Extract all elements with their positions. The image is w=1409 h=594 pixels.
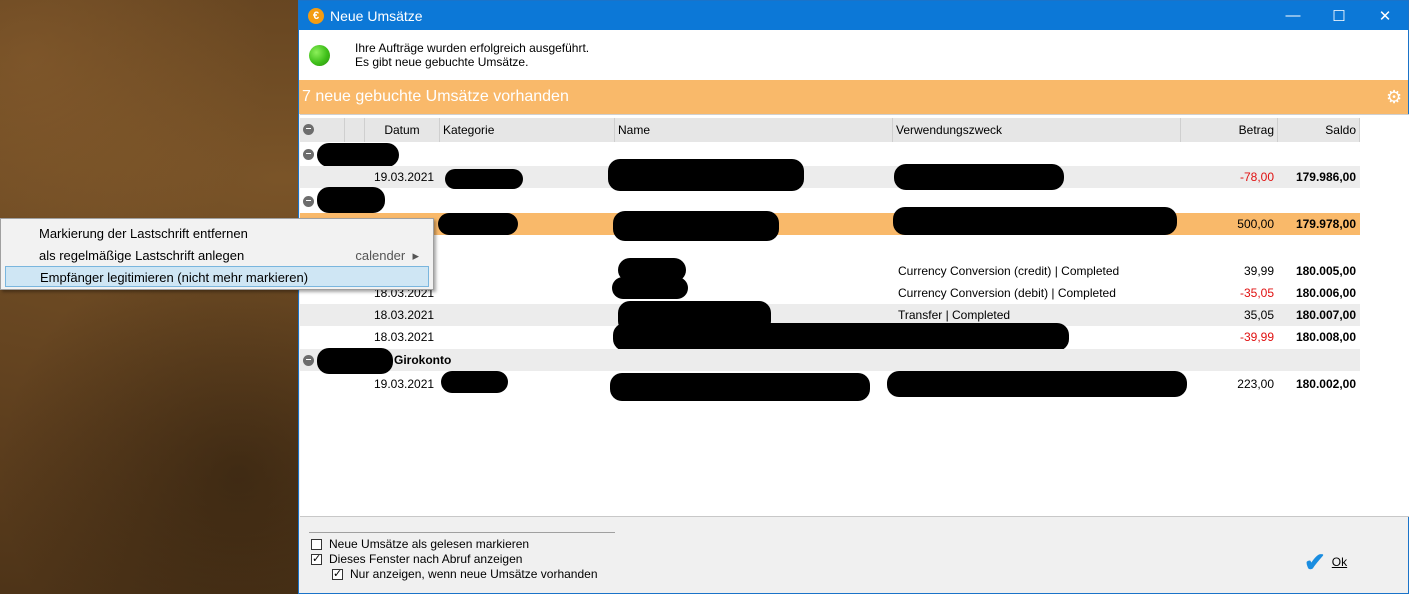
redacted-zweck bbox=[893, 207, 1177, 235]
window-title: Neue Umsätze bbox=[330, 7, 423, 24]
table-row[interactable]: 18.03.2021 Currency Conversion (debit) |… bbox=[300, 282, 1360, 304]
cell-datum: 18.03.2021 bbox=[374, 330, 435, 344]
header-verwendungszweck[interactable]: Verwendungszweck bbox=[893, 118, 1181, 142]
submenu-arrow-icon: calender ▸ bbox=[355, 248, 419, 263]
only-new-label: Nur anzeigen, wenn neue Umsätze vorhande… bbox=[350, 567, 598, 581]
redacted-group-name bbox=[317, 187, 385, 213]
menu-item-label: als regelmäßige Lastschrift anlegen bbox=[39, 248, 245, 263]
status-line-1: Ihre Aufträge wurden erfolgreich ausgefü… bbox=[355, 41, 590, 55]
header-name[interactable]: Name bbox=[615, 118, 893, 142]
header-datum[interactable]: Datum bbox=[365, 118, 440, 142]
cell-betrag: -78,00 bbox=[1239, 170, 1274, 184]
cell-betrag: -39,99 bbox=[1239, 330, 1274, 344]
cell-betrag: 35,05 bbox=[1243, 308, 1274, 322]
table-header: – Datum Kategorie Name Verwendungszweck … bbox=[300, 118, 1360, 142]
group-collapse-icon[interactable]: – bbox=[303, 355, 314, 366]
group-header-row[interactable]: Girokonto bbox=[300, 349, 1360, 371]
close-button[interactable]: ✕ bbox=[1362, 1, 1408, 30]
redacted-group-name bbox=[317, 143, 399, 167]
header-kategorie[interactable]: Kategorie bbox=[440, 118, 615, 142]
redacted-kategorie bbox=[438, 213, 518, 235]
redacted-kategorie bbox=[441, 371, 508, 393]
new-transactions-banner: 7 neue gebuchte Umsätze vorhanden ⚙ bbox=[299, 80, 1408, 114]
redacted-name bbox=[613, 323, 1069, 351]
group-label: Girokonto bbox=[394, 353, 452, 367]
mark-read-label: Neue Umsätze als gelesen markieren bbox=[329, 537, 530, 551]
group-collapse-icon[interactable]: – bbox=[303, 149, 314, 160]
redacted-zweck bbox=[887, 371, 1187, 397]
header-toggle bbox=[300, 118, 345, 142]
show-window-checkbox[interactable]: ✓ bbox=[311, 554, 322, 565]
redacted-name bbox=[613, 211, 779, 241]
cell-betrag: 500,00 bbox=[1237, 217, 1274, 231]
cell-datum: 18.03.2021 bbox=[374, 308, 435, 322]
minimize-button[interactable]: — bbox=[1270, 1, 1316, 30]
cell-betrag: 39,99 bbox=[1243, 264, 1274, 278]
submenu-hint: calender bbox=[355, 248, 406, 263]
redacted-name bbox=[610, 373, 870, 401]
table-row[interactable]: Currency Conversion (credit) | Completed… bbox=[300, 260, 1360, 282]
title-bar: € Neue Umsätze — ☐ ✕ bbox=[299, 1, 1408, 30]
desktop-background bbox=[0, 0, 298, 594]
redacted-name bbox=[608, 159, 804, 191]
cell-saldo: 180.008,00 bbox=[1295, 330, 1356, 344]
euro-icon: € bbox=[308, 7, 324, 24]
show-window-label: Dieses Fenster nach Abruf anzeigen bbox=[329, 552, 523, 566]
checkmark-icon: ✔ bbox=[1304, 547, 1326, 577]
cell-saldo: 180.005,00 bbox=[1295, 264, 1356, 278]
status-text: Ihre Aufträge wurden erfolgreich ausgefü… bbox=[355, 41, 589, 69]
menu-item-label: Markierung der Lastschrift entfernen bbox=[39, 226, 248, 241]
cell-betrag: -35,05 bbox=[1239, 286, 1274, 300]
cell-saldo: 180.007,00 bbox=[1295, 308, 1356, 322]
dialog-window: € Neue Umsätze — ☐ ✕ Ihre Aufträge wurde… bbox=[298, 0, 1409, 594]
header-betrag[interactable]: Betrag bbox=[1181, 118, 1278, 142]
window-controls: — ☐ ✕ bbox=[1270, 1, 1408, 30]
cell-datum: 19.03.2021 bbox=[374, 170, 435, 184]
mark-read-checkbox[interactable] bbox=[311, 539, 322, 550]
menu-item-label: Empfänger legitimieren (nicht mehr marki… bbox=[40, 270, 309, 285]
redacted-kategorie bbox=[445, 169, 523, 189]
cell-saldo: 180.002,00 bbox=[1295, 377, 1356, 391]
status-indicator-icon bbox=[309, 45, 330, 66]
redacted-name bbox=[612, 277, 688, 299]
maximize-button[interactable]: ☐ bbox=[1316, 1, 1362, 30]
cell-zweck: Currency Conversion (debit) | Completed bbox=[898, 286, 1116, 300]
redacted-zweck bbox=[894, 164, 1064, 190]
status-line-2: Es gibt neue gebuchte Umsätze. bbox=[355, 55, 529, 69]
menu-item-remove-marking[interactable]: Markierung der Lastschrift entfernen bbox=[5, 223, 429, 244]
header-flag bbox=[345, 118, 365, 142]
cell-saldo: 179.978,00 bbox=[1295, 217, 1356, 231]
ok-button[interactable]: ✔ Ok bbox=[1304, 547, 1348, 577]
cell-betrag: 223,00 bbox=[1237, 377, 1274, 391]
redacted-group-name bbox=[317, 348, 393, 374]
gear-icon[interactable]: ⚙ bbox=[1386, 88, 1404, 106]
banner-text: 7 neue gebuchte Umsätze vorhanden bbox=[302, 88, 569, 105]
footer: Neue Umsätze als gelesen markieren ✓ Die… bbox=[299, 517, 1408, 593]
cell-datum: 19.03.2021 bbox=[374, 377, 435, 391]
ok-label: Ok bbox=[1331, 555, 1348, 569]
transactions-grid: – Datum Kategorie Name Verwendungszweck … bbox=[300, 114, 1409, 517]
footer-separator bbox=[309, 532, 615, 533]
menu-item-legitimize-recipient[interactable]: Empfänger legitimieren (nicht mehr marki… bbox=[5, 266, 429, 287]
cell-zweck: Currency Conversion (credit) | Completed bbox=[898, 264, 1120, 278]
status-area: Ihre Aufträge wurden erfolgreich ausgefü… bbox=[299, 30, 1408, 80]
cell-saldo: 179.986,00 bbox=[1295, 170, 1356, 184]
context-menu: Markierung der Lastschrift entfernen als… bbox=[0, 218, 434, 290]
cell-saldo: 180.006,00 bbox=[1295, 286, 1356, 300]
menu-item-recurring-debit[interactable]: als regelmäßige Lastschrift anlegen cale… bbox=[5, 245, 429, 266]
only-new-checkbox[interactable]: ✓ bbox=[332, 569, 343, 580]
header-saldo[interactable]: Saldo bbox=[1278, 118, 1360, 142]
group-collapse-icon[interactable]: – bbox=[303, 196, 314, 207]
